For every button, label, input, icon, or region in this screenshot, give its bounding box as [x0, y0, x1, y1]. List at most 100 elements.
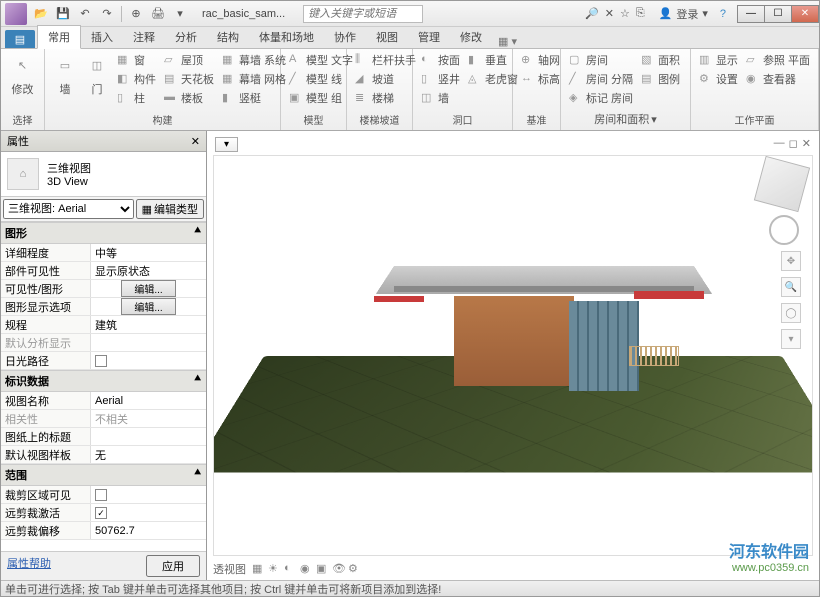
maximize-view-icon[interactable]: ◻ — [789, 137, 798, 150]
tagroom-button[interactable]: ◈标记 房间 — [567, 89, 635, 107]
modelline-button[interactable]: ╱模型 线 — [287, 70, 355, 88]
help-icon[interactable]: ? — [720, 8, 726, 20]
properties-help-link[interactable]: 属性帮助 — [7, 555, 51, 577]
canvas-3d[interactable] — [213, 155, 813, 556]
edit-display-button[interactable]: 编辑... — [121, 298, 175, 315]
minimize-button[interactable]: — — [737, 5, 765, 23]
show-button[interactable]: ▥显示 — [697, 51, 740, 69]
search-input[interactable] — [303, 5, 423, 23]
legend-button[interactable]: ▤图例 — [639, 70, 682, 88]
refplane-button[interactable]: ▱参照 平面 — [744, 51, 812, 69]
render-icon[interactable]: ◉ — [300, 562, 314, 576]
dormer-button[interactable]: ◬老虎窗 — [466, 70, 520, 88]
maximize-button[interactable]: ☐ — [764, 5, 792, 23]
orbit-icon[interactable]: ◯ — [781, 303, 801, 323]
shadows-icon[interactable]: ◐ — [284, 562, 298, 576]
close-button[interactable]: ✕ — [791, 5, 819, 23]
detail-field[interactable]: 中等 — [91, 244, 206, 261]
save-icon[interactable]: 💾 — [53, 4, 73, 24]
level-button[interactable]: ↔标高 — [519, 70, 562, 88]
modeltext-button[interactable]: A模型 文字 — [287, 51, 355, 69]
farclip-checkbox[interactable] — [95, 507, 107, 519]
tab-analyze[interactable]: 分析 — [165, 26, 207, 48]
crop-icon[interactable]: ▣ — [316, 562, 330, 576]
vertical-button[interactable]: ▮垂直 — [466, 51, 520, 69]
edit-vis-button[interactable]: 编辑... — [121, 280, 175, 297]
column-button[interactable]: ▯柱 — [115, 89, 158, 107]
door-button[interactable]: ◫门 — [83, 51, 111, 97]
roomsep-button[interactable]: ╱房间 分隔 — [567, 70, 635, 88]
sunpath-icon[interactable]: ☀ — [268, 562, 282, 576]
print-icon[interactable]: 🖨 — [148, 4, 168, 24]
binoculars-icon[interactable]: 🔎 — [585, 7, 599, 20]
view-tab[interactable]: ▾ — [215, 137, 238, 152]
cat-extent[interactable]: 范围⯅ — [1, 464, 206, 486]
sync-icon[interactable]: ⊕ — [126, 4, 146, 24]
grid-button[interactable]: ⊕轴网 — [519, 51, 562, 69]
instance-selector[interactable]: 三维视图: Aerial — [3, 199, 134, 219]
curtaingrid-button[interactable]: ▦幕墙 网格 — [220, 70, 288, 88]
nav-wheel[interactable] — [769, 215, 799, 245]
tab-collab[interactable]: 协作 — [324, 26, 366, 48]
byface-button[interactable]: ◐按面 — [419, 51, 462, 69]
stair-button[interactable]: ≣楼梯 — [353, 89, 418, 107]
curtainsys-button[interactable]: ▦幕墙 系统 — [220, 51, 288, 69]
tab-modify[interactable]: 修改 — [450, 26, 492, 48]
redo-icon[interactable]: ↷ — [97, 4, 117, 24]
hide-icon[interactable]: 👁 — [332, 562, 346, 576]
shaft-button[interactable]: ▯竖井 — [419, 70, 462, 88]
cat-graphics[interactable]: 图形⯅ — [1, 222, 206, 244]
template-field[interactable]: 无 — [91, 446, 206, 463]
discipline-field[interactable]: 建筑 — [91, 316, 206, 333]
bookmark-icon[interactable]: ⎘ — [636, 7, 645, 20]
ribbon-extra[interactable]: ▦ ▾ — [498, 35, 517, 48]
tab-structure[interactable]: 结构 — [207, 26, 249, 48]
sheettitle-field[interactable] — [91, 428, 206, 445]
file-button[interactable]: ▤ — [5, 30, 35, 48]
cat-identity[interactable]: 标识数据⯅ — [1, 370, 206, 392]
set-button[interactable]: ⚙设置 — [697, 70, 740, 88]
perspective-label[interactable]: 透视图 — [213, 561, 246, 577]
tab-manage[interactable]: 管理 — [408, 26, 450, 48]
type-selector[interactable]: ⌂ 三维视图 3D View — [1, 152, 206, 197]
tab-home[interactable]: 常用 — [37, 25, 81, 49]
component-button[interactable]: ◧构件 — [115, 70, 158, 88]
room-button[interactable]: ▢房间 — [567, 51, 635, 69]
wall-button[interactable]: ▭墙 — [51, 51, 79, 97]
zoom-icon[interactable]: 🔍 — [781, 277, 801, 297]
close-icon[interactable]: ✕ — [191, 135, 200, 148]
window-button[interactable]: ▦窗 — [115, 51, 158, 69]
viewer-button[interactable]: ◉查看器 — [744, 70, 812, 88]
mullion-button[interactable]: ▮竖梃 — [220, 89, 288, 107]
crop-checkbox[interactable] — [95, 489, 107, 501]
close-view-icon[interactable]: ✕ — [802, 137, 811, 150]
comm-icon[interactable]: ✕ — [605, 7, 614, 20]
viewname-field[interactable]: Aerial — [91, 392, 206, 409]
tab-annotate[interactable]: 注释 — [123, 26, 165, 48]
modelgroup-button[interactable]: ▣模型 组 — [287, 89, 355, 107]
pan-icon[interactable]: ✥ — [781, 251, 801, 271]
restore-icon[interactable]: — — [774, 137, 785, 150]
floor-button[interactable]: ▬楼板 — [162, 89, 216, 107]
modify-tool[interactable]: ↖修改 — [7, 51, 38, 97]
tab-view[interactable]: 视图 — [366, 26, 408, 48]
more-icon[interactable]: ▾ — [781, 329, 801, 349]
ramp-button[interactable]: ◢坡道 — [353, 70, 418, 88]
star-icon[interactable]: ☆ — [620, 7, 630, 20]
apply-button[interactable]: 应用 — [146, 555, 200, 577]
viewport[interactable]: ▾ — ◻ ✕ ✥ 🔍 ◯ ▾ 透视图 — [207, 131, 819, 580]
visibility-field[interactable]: 显示原状态 — [91, 262, 206, 279]
faroffset-field[interactable]: 50762.7 — [91, 522, 206, 539]
roof-button[interactable]: ▱屋顶 — [162, 51, 216, 69]
undo-icon[interactable]: ↶ — [75, 4, 95, 24]
area-button[interactable]: ▧面积 — [639, 51, 682, 69]
edit-type-button[interactable]: ▦编辑类型 — [136, 199, 204, 219]
dropdown-icon[interactable]: ▾ — [170, 4, 190, 24]
app-icon[interactable] — [5, 3, 27, 25]
open-icon[interactable]: 📂 — [31, 4, 51, 24]
login-button[interactable]: 👤 登录 ▾ — [659, 6, 708, 22]
reveal-icon[interactable]: ⚙ — [348, 562, 362, 576]
tab-massing[interactable]: 体量和场地 — [249, 26, 324, 48]
wallopen-button[interactable]: ◫墙 — [419, 89, 462, 107]
railing-button[interactable]: ⫼栏杆扶手 — [353, 51, 418, 69]
